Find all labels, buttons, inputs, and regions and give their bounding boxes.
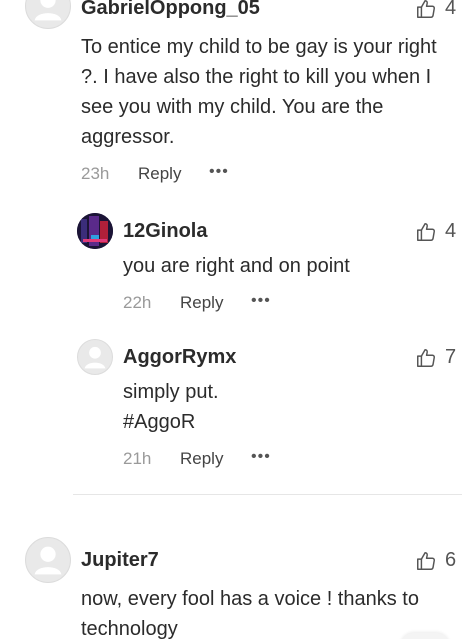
reply-hashtag[interactable]: #AggoR: [123, 407, 195, 437]
like-count: 7: [445, 346, 457, 368]
comment-username[interactable]: Jupiter7: [81, 549, 159, 572]
reply-username[interactable]: 12Ginola: [123, 220, 207, 243]
comment-username[interactable]: GabrielOppong_05: [81, 0, 260, 20]
thread-divider: [73, 494, 462, 495]
comment-timestamp: 23h: [81, 164, 110, 183]
like-count: 4: [445, 220, 457, 242]
comments-feed: GabrielOppong_05 4 To entice my child to…: [0, 0, 462, 639]
comment-text: To entice my child to be gay is your rig…: [81, 36, 437, 148]
reply-text: you are right and on point: [123, 255, 350, 277]
default-avatar-icon[interactable]: [77, 339, 113, 375]
thumbs-up-icon: [417, 222, 435, 241]
like-button[interactable]: 7: [415, 346, 456, 369]
like-button[interactable]: 6: [415, 549, 456, 572]
like-count: 6: [445, 549, 457, 571]
like-button[interactable]: 4: [415, 0, 456, 20]
reply-text-line: simply put.: [123, 381, 219, 403]
reply-username[interactable]: AggorRymx: [123, 346, 236, 369]
more-options-icon[interactable]: •••: [251, 448, 271, 466]
more-options-icon[interactable]: •••: [209, 163, 229, 181]
reply-timestamp: 21h: [123, 449, 152, 468]
floating-button-edge[interactable]: [400, 633, 450, 639]
like-count: 4: [445, 0, 457, 19]
comment-text: now, every fool has a voice ! thanks to …: [81, 588, 419, 639]
default-avatar-icon[interactable]: [25, 0, 71, 29]
thumbs-up-icon: [417, 348, 435, 367]
thumbs-up-icon: [417, 0, 435, 18]
thumbs-up-icon: [417, 551, 435, 570]
default-avatar-icon[interactable]: [25, 537, 71, 583]
user-avatar[interactable]: [77, 213, 113, 249]
like-button[interactable]: 4: [415, 220, 456, 243]
reply-timestamp: 22h: [123, 293, 152, 312]
reply-button[interactable]: Reply: [180, 293, 223, 313]
more-options-icon[interactable]: •••: [251, 292, 271, 310]
reply-button[interactable]: Reply: [138, 164, 181, 184]
reply-button[interactable]: Reply: [180, 449, 223, 469]
